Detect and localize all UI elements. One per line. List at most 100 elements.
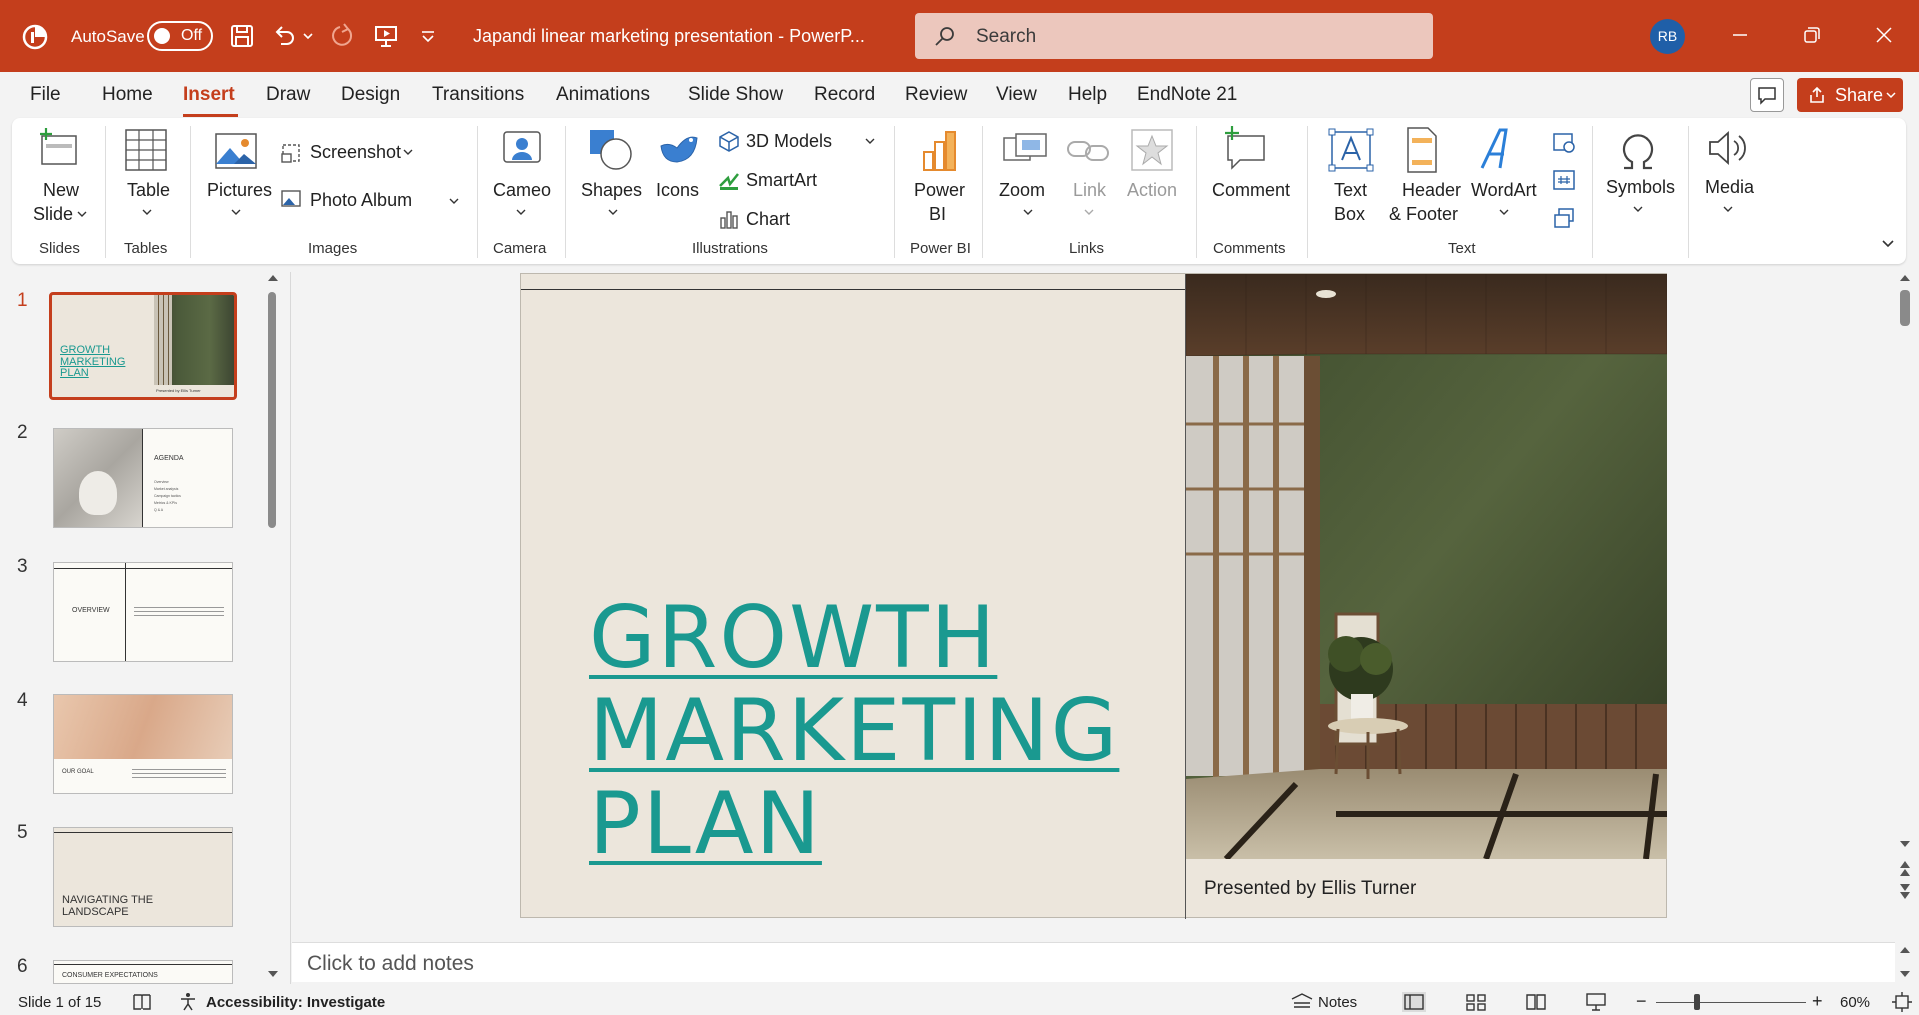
share-button[interactable]: Share: [1797, 78, 1903, 112]
reading-view-icon[interactable]: [1525, 993, 1547, 1011]
tab-transitions[interactable]: Transitions: [432, 84, 524, 106]
slide-thumbnail-1[interactable]: GROWTH MARKETING PLAN Presented by Ellis…: [49, 292, 237, 400]
comments-button[interactable]: [1750, 78, 1784, 112]
tab-animations[interactable]: Animations: [556, 84, 650, 106]
scroll-up-icon[interactable]: [1898, 944, 1912, 956]
icons-label: Icons: [656, 180, 700, 200]
zoom-slider-track[interactable]: [1656, 1002, 1806, 1003]
pictures-icon: [215, 133, 257, 169]
tab-file[interactable]: File: [30, 84, 61, 106]
normal-view-icon[interactable]: [1402, 992, 1426, 1012]
slide-number-icon[interactable]: [1552, 168, 1576, 192]
zoom-slider-thumb[interactable]: [1694, 994, 1700, 1010]
table-icon: [125, 129, 167, 171]
scroll-down-icon[interactable]: [1898, 838, 1912, 850]
chevron-down-icon: [608, 209, 618, 215]
chevron-down-icon: [77, 211, 87, 217]
slide-title[interactable]: GROWTH MARKETING PLAN: [589, 592, 1149, 871]
zoom-level[interactable]: 60%: [1840, 994, 1870, 1011]
smartart-label: SmartArt: [746, 170, 818, 190]
cube-icon: [719, 131, 739, 152]
tab-help[interactable]: Help: [1068, 84, 1107, 106]
zoom-icon: [1003, 133, 1047, 161]
slide-scrollbar[interactable]: [1900, 290, 1910, 326]
thumbnail-title: OUR GOAL: [62, 769, 94, 775]
ribbon-tabs: File Home Insert Draw Design Transitions…: [0, 72, 1919, 118]
object-icon[interactable]: [1552, 206, 1576, 230]
restore-icon[interactable]: [1797, 20, 1827, 50]
action-star-icon: [1131, 129, 1173, 171]
screenshot-icon: [281, 144, 300, 163]
tab-endnote[interactable]: EndNote 21: [1137, 84, 1237, 106]
slideshow-view-icon[interactable]: [1585, 992, 1607, 1012]
photo-album-icon: [281, 190, 301, 207]
scroll-up-icon[interactable]: [1898, 272, 1912, 284]
tab-slide-show[interactable]: Slide Show: [688, 84, 783, 106]
scroll-down-icon[interactable]: [1898, 968, 1912, 980]
slide-title-line-3: PLAN: [589, 774, 822, 874]
slide-canvas[interactable]: GROWTH MARKETING PLAN Presented by Ellis…: [520, 273, 1667, 919]
undo-icon[interactable]: [270, 22, 298, 50]
slide-thumbnail-6[interactable]: CONSUMER EXPECTATIONS: [53, 960, 233, 984]
customize-toolbar-icon[interactable]: [418, 22, 438, 50]
collapse-ribbon-icon[interactable]: [1880, 236, 1896, 252]
search-box[interactable]: Search: [915, 13, 1433, 59]
cameo-label: Cameo: [493, 180, 552, 200]
autosave-toggle[interactable]: Off: [147, 21, 213, 51]
tab-draw[interactable]: Draw: [266, 84, 310, 106]
tab-view[interactable]: View: [996, 84, 1037, 106]
active-tab-indicator: [183, 114, 238, 117]
tab-record[interactable]: Record: [814, 84, 875, 106]
slide-thumbnail-3[interactable]: OVERVIEW: [53, 562, 233, 662]
date-time-icon[interactable]: [1552, 130, 1576, 154]
fit-to-window-icon[interactable]: [1892, 992, 1912, 1012]
autosave-label: AutoSave: [71, 27, 145, 46]
group-label-slides: Slides: [39, 240, 80, 257]
save-icon[interactable]: [228, 22, 256, 50]
tab-review[interactable]: Review: [905, 84, 967, 106]
accessibility-status[interactable]: Accessibility: Investigate: [206, 994, 385, 1011]
redo-icon[interactable]: [328, 22, 356, 50]
zoom-out-icon[interactable]: −: [1636, 991, 1647, 1012]
thumbnail-scrollbar[interactable]: [268, 292, 276, 528]
tab-insert[interactable]: Insert: [183, 84, 235, 106]
chevron-down-icon: [865, 138, 875, 144]
accessibility-icon[interactable]: [178, 992, 198, 1012]
notes-placeholder: Click to add notes: [307, 952, 474, 975]
slide-number: 1: [17, 290, 28, 311]
photo-album-label: Photo Album: [310, 190, 413, 210]
present-from-beginning-icon[interactable]: [372, 22, 400, 50]
table-label: Table: [127, 180, 171, 200]
chevron-down-icon: [142, 209, 152, 215]
notes-toggle-label[interactable]: Notes: [1318, 994, 1357, 1011]
group-separator: [105, 126, 106, 258]
slide-thumbnail-2[interactable]: AGENDA Overview Market analysis Campaign t…: [53, 428, 233, 528]
status-bar: Slide 1 of 15 Accessibility: Investigate…: [0, 989, 1919, 1015]
notes-pane[interactable]: Click to add notes: [292, 942, 1895, 982]
slide-thumbnail-4[interactable]: OUR GOAL: [53, 694, 233, 794]
tab-home[interactable]: Home: [102, 84, 153, 106]
user-avatar[interactable]: RB: [1650, 19, 1685, 54]
thumbnail-subtitle: Presented by Ellis Turner: [156, 388, 201, 393]
tab-design[interactable]: Design: [341, 84, 400, 106]
slide-sorter-icon[interactable]: [1465, 993, 1487, 1011]
scroll-down-icon[interactable]: [266, 968, 280, 980]
thumbnail-body-text: [134, 607, 224, 619]
minimize-icon[interactable]: [1725, 20, 1755, 50]
group-separator: [982, 126, 983, 258]
action-label: Action: [1127, 180, 1178, 200]
close-icon[interactable]: [1869, 20, 1899, 50]
scroll-up-icon[interactable]: [266, 272, 280, 284]
slide-thumbnail-5[interactable]: NAVIGATING THE LANDSCAPE: [53, 827, 233, 927]
zoom-in-icon[interactable]: +: [1812, 991, 1823, 1012]
slide-room-photo[interactable]: [1186, 274, 1667, 859]
power-bi-icon: [923, 131, 956, 171]
spelling-check-icon[interactable]: [132, 993, 152, 1011]
prev-next-slide-icon[interactable]: [1898, 858, 1912, 902]
panel-divider: [290, 272, 291, 984]
undo-dropdown-icon[interactable]: [300, 22, 316, 50]
notes-icon[interactable]: [1290, 993, 1314, 1011]
comment-icon: [1758, 87, 1776, 105]
share-icon: [1810, 86, 1824, 103]
slide-presenter-text[interactable]: Presented by Ellis Turner: [1204, 878, 1416, 900]
